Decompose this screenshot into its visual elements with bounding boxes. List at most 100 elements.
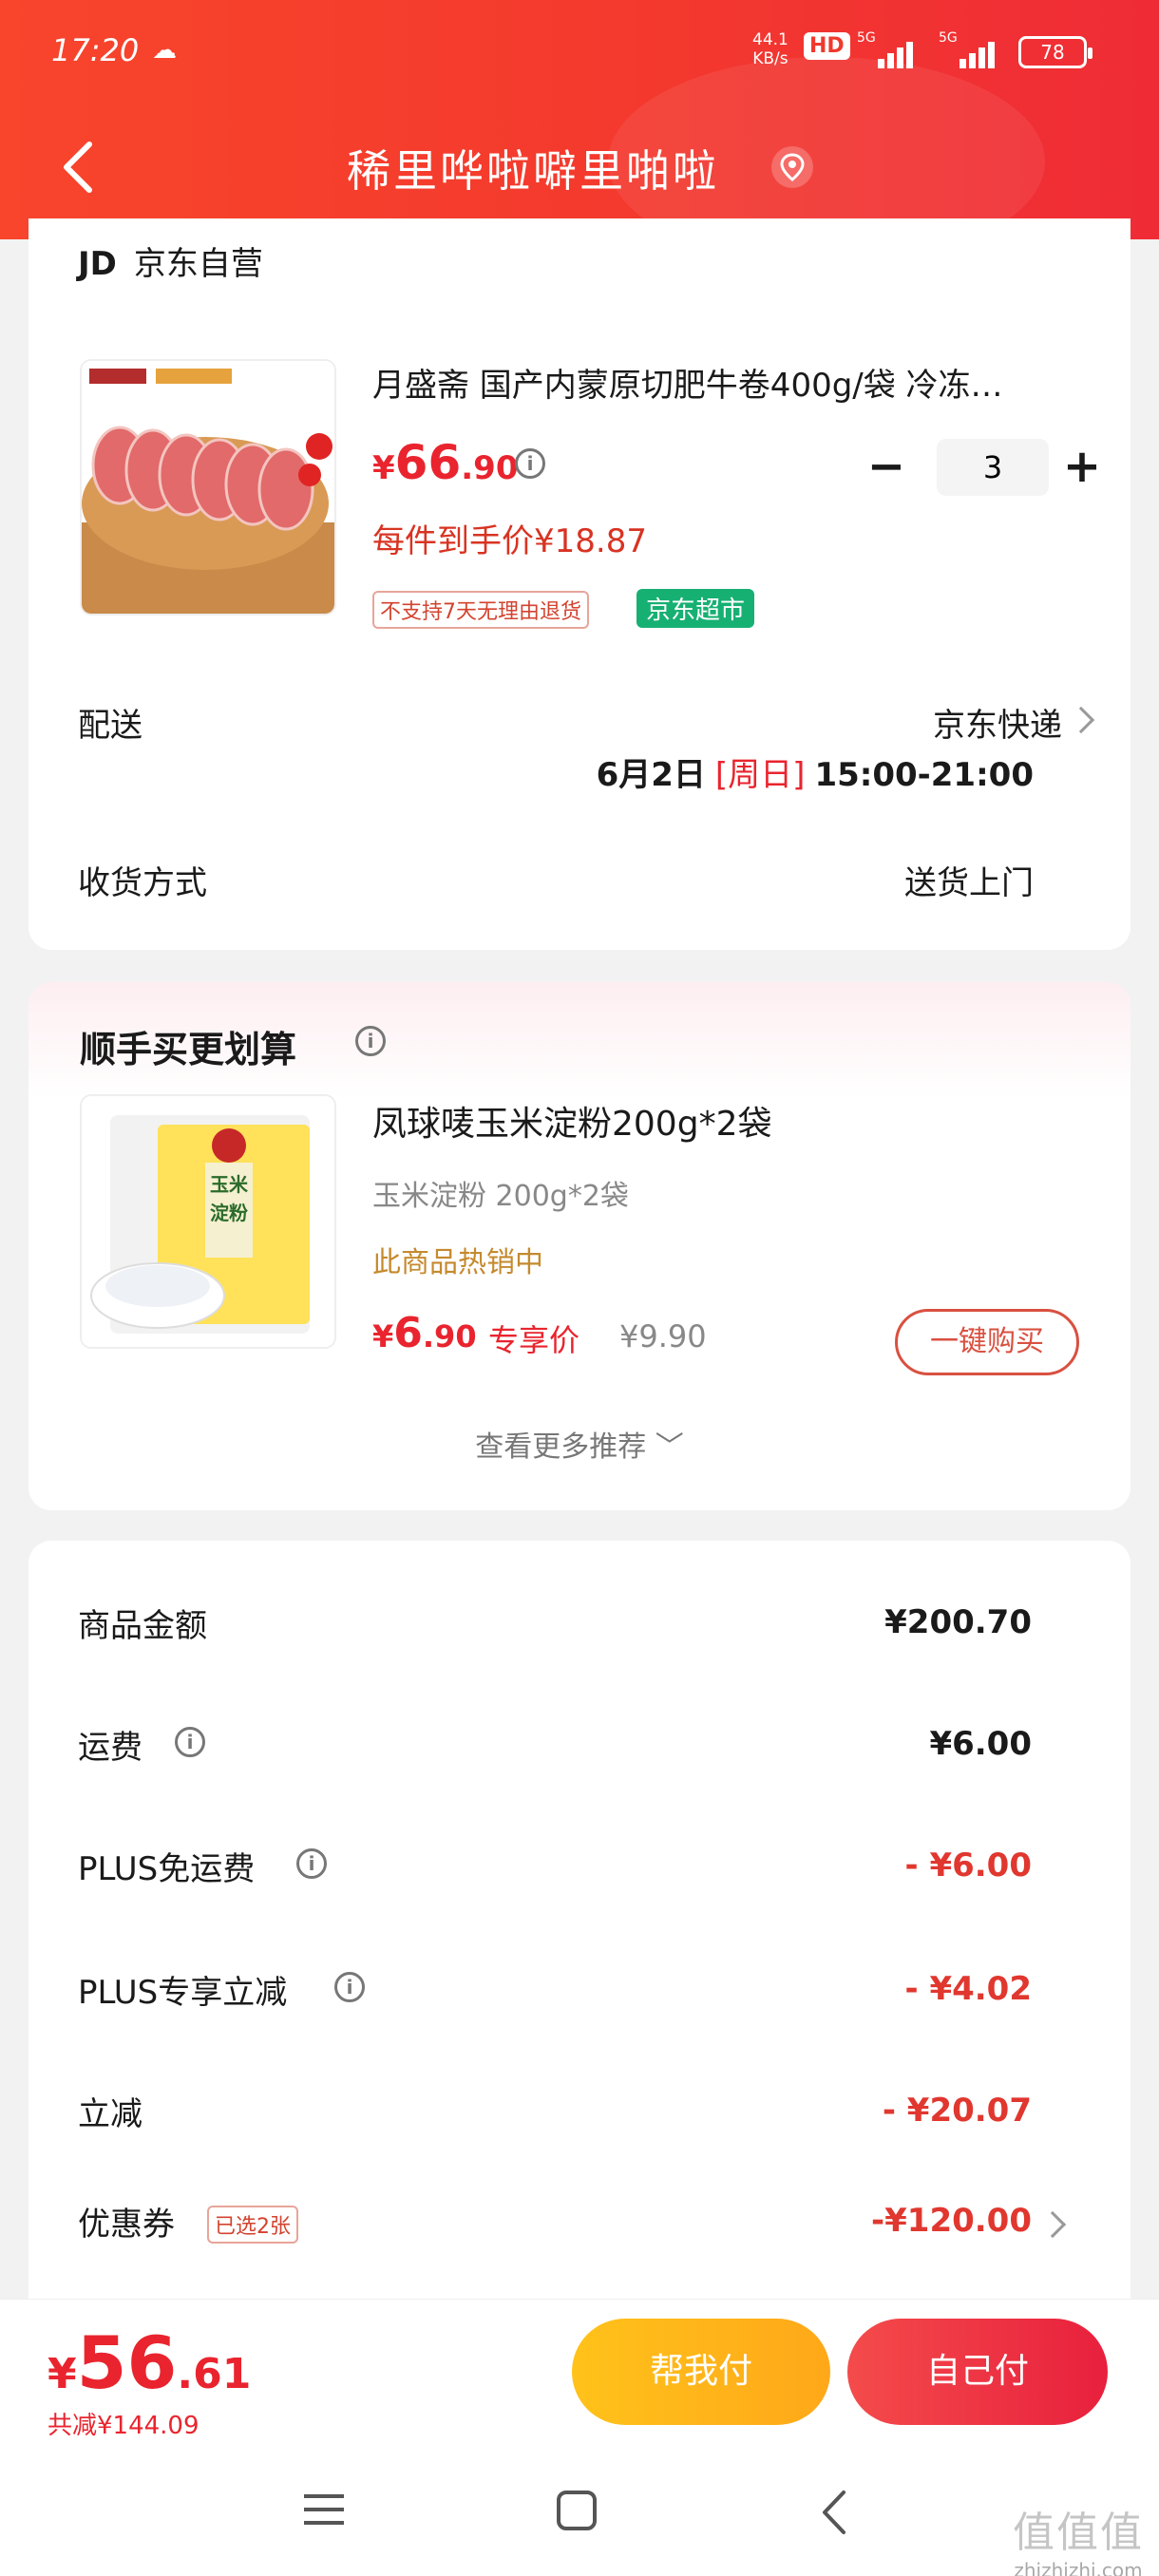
header: 17:20 ☁ 44.1 KB/s HD 5G 5G 78 稀里哗啦噼里啪啦 <box>0 0 1159 239</box>
speed-value: 44.1 <box>752 30 788 49</box>
summary-label: 立减 <box>78 2095 142 2133</box>
rec-price-currency: ¥ <box>372 1318 394 1354</box>
system-nav-bar <box>0 2451 1159 2576</box>
jd-logo: JD <box>78 245 117 283</box>
recommend-product-image[interactable]: 玉米 淀粉 <box>80 1094 336 1349</box>
recommend-product-spec: 玉米淀粉 200g*2袋 <box>372 1180 629 1213</box>
price-int: 66 <box>394 435 462 490</box>
summary-value: ¥200.70 <box>884 1603 1032 1641</box>
store-row: JD 京东自营 <box>78 237 263 284</box>
product-title[interactable]: 月盛斋 国产内蒙原切肥牛卷400g/袋 冷冻… <box>372 359 1113 406</box>
exclusive-price-label: 专享价 <box>488 1322 580 1358</box>
price-info-icon[interactable]: i <box>515 448 545 479</box>
recommend-card: 顺手买更划算 i 玉米 淀粉 凤球唛玉米淀粉200g*2袋 玉米淀粉 200g*… <box>28 982 1130 1510</box>
unit-price: 每件到手价¥18.87 <box>372 522 647 560</box>
signal-2-label: 5G <box>939 30 958 46</box>
back-arrow-icon[interactable] <box>53 139 104 196</box>
summary-label: 运费 <box>78 1729 142 1767</box>
pay-myself-button[interactable]: 自己付 <box>847 2319 1108 2425</box>
shipping-info-icon[interactable]: i <box>175 1727 205 1757</box>
summary-row-coupon[interactable]: 优惠券 已选2张 -¥120.00 <box>28 2198 1130 2255</box>
recommend-price: ¥6.90 <box>372 1309 477 1357</box>
recommend-hot-label: 此商品热销中 <box>372 1246 543 1279</box>
coupon-selected-tag: 已选2张 <box>207 2206 298 2244</box>
jd-supermarket-tag: 京东超市 <box>636 589 755 628</box>
receive-method-label: 收货方式 <box>78 864 207 902</box>
summary-row-goods: 商品金额 ¥200.70 <box>28 1600 1130 1657</box>
summary-value: - ¥20.07 <box>882 2092 1032 2130</box>
address-title[interactable]: 稀里哗啦噼里啪啦 <box>347 137 719 199</box>
status-time: 17:20 <box>51 32 140 68</box>
summary-label: PLUS免运费 <box>78 1850 256 1888</box>
store-name: 京东自营 <box>133 245 263 283</box>
price-summary-card: 商品金额 ¥200.70 运费 i ¥6.00 PLUS免运费 i - ¥6.0… <box>28 1541 1130 2301</box>
delivery-time-window: 15:00-21:00 <box>814 756 1034 794</box>
decrease-button[interactable]: − <box>863 439 910 496</box>
total-saved: 共减¥144.09 <box>48 2412 200 2440</box>
menu-icon[interactable] <box>304 2492 344 2527</box>
summary-row-shipping: 运费 i ¥6.00 <box>28 1721 1130 1778</box>
price-dec: .90 <box>461 449 519 487</box>
product-price: ¥66.90 <box>372 435 519 490</box>
plus-shipping-info-icon[interactable]: i <box>296 1848 327 1879</box>
product-image[interactable] <box>80 359 336 616</box>
chevron-right-icon[interactable] <box>1067 706 1095 734</box>
delivery-day: 6月2日 <box>596 756 706 794</box>
pay-for-me-button[interactable]: 帮我付 <box>572 2319 830 2425</box>
more-recommendations-link[interactable]: 查看更多推荐 ﹀ <box>28 1423 1130 1465</box>
package-text-1: 玉米 <box>210 1173 249 1196</box>
delivery-weekday: [周日] <box>714 756 806 794</box>
delivery-carrier[interactable]: 京东快递 <box>933 699 1062 746</box>
increase-button[interactable]: + <box>1058 439 1106 496</box>
summary-value: ¥6.00 <box>929 1725 1032 1763</box>
total-price: ¥56.61 <box>48 2320 251 2405</box>
home-icon[interactable] <box>557 2491 597 2530</box>
watermark-url: zhizhizhi.com <box>1014 2559 1143 2576</box>
signal-icon-1: 5G <box>857 30 920 68</box>
speed-unit: KB/s <box>752 49 788 68</box>
one-click-buy-button[interactable]: 一键购买 <box>895 1309 1079 1375</box>
no-return-tag: 不支持7天无理由退货 <box>372 591 589 629</box>
summary-value: -¥120.00 <box>871 2202 1032 2240</box>
delivery-date[interactable]: 6月2日 [周日] 15:00-21:00 <box>597 748 1034 795</box>
pay-bar: ¥56.61 共减¥144.09 帮我付 自己付 <box>0 2299 1159 2451</box>
summary-row-instant-discount: 立减 - ¥20.07 <box>28 2088 1130 2145</box>
rec-price-int: 6 <box>393 1309 423 1357</box>
summary-label: 商品金额 <box>78 1607 207 1645</box>
watermark-logo: 值值值 <box>1013 2509 1144 2557</box>
original-price: ¥9.90 <box>619 1318 707 1354</box>
network-speed: 44.1 KB/s <box>752 30 788 68</box>
price-currency: ¥ <box>372 449 395 487</box>
battery-icon: 78 <box>1018 36 1092 68</box>
total-int: 56 <box>76 2320 178 2405</box>
delivery-label: 配送 <box>78 707 142 745</box>
signal-1-label: 5G <box>857 30 876 46</box>
receive-method-value[interactable]: 送货上门 <box>904 857 1034 903</box>
order-item-card: JD 京东自营 月盛斋 国产内蒙原切肥牛卷400g/袋 冷冻… ¥66.90 i <box>28 218 1130 950</box>
quantity-input[interactable] <box>937 439 1049 496</box>
summary-label: PLUS专享立减 <box>78 1974 288 2012</box>
location-pin-icon[interactable] <box>771 146 813 188</box>
rec-price-dec: .90 <box>422 1318 477 1354</box>
summary-label: 优惠券 <box>78 2206 175 2244</box>
hd-icon: HD <box>804 32 850 60</box>
recommend-info-icon[interactable]: i <box>355 1026 386 1056</box>
more-recommendations-label: 查看更多推荐 <box>475 1430 647 1464</box>
summary-row-plus-free-shipping: PLUS免运费 i - ¥6.00 <box>28 1843 1130 1900</box>
plus-discount-info-icon[interactable]: i <box>334 1972 365 2002</box>
summary-value: - ¥6.00 <box>904 1847 1033 1885</box>
summary-row-plus-discount: PLUS专享立减 i - ¥4.02 <box>28 1966 1130 2023</box>
watermark: 值值值 zhizhizhi.com <box>1013 2498 1144 2576</box>
package-text-2: 淀粉 <box>210 1202 248 1224</box>
cloud-icon: ☁ <box>152 36 177 65</box>
status-bar: 17:20 ☁ 44.1 KB/s HD 5G 5G 78 <box>0 27 1159 84</box>
battery-level: 78 <box>1040 41 1065 64</box>
quantity-stepper: − + <box>849 439 1106 496</box>
total-dec: .61 <box>177 2350 252 2398</box>
chevron-right-icon[interactable] <box>1038 2210 1067 2239</box>
recommend-title: 顺手买更划算 <box>80 1029 297 1070</box>
recommend-product-title[interactable]: 凤球唛玉米淀粉200g*2袋 <box>372 1096 771 1146</box>
nav-bar: 稀里哗啦噼里啪啦 <box>0 123 1159 209</box>
system-back-icon[interactable] <box>815 2489 853 2536</box>
total-currency: ¥ <box>48 2350 77 2398</box>
